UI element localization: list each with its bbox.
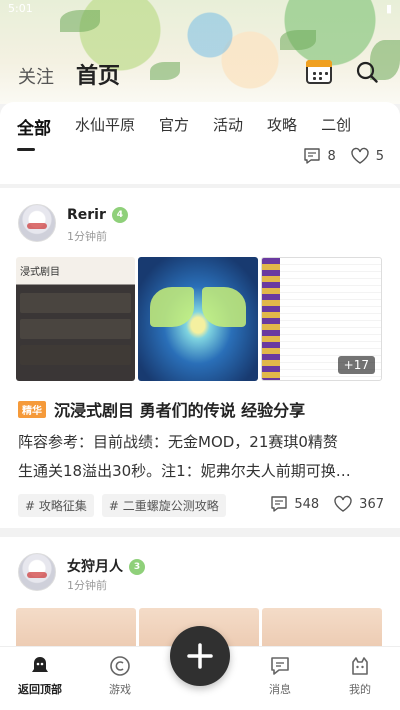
- tab-games[interactable]: 游戏: [90, 655, 150, 697]
- tab-all[interactable]: 全部: [17, 114, 51, 151]
- games-icon: [110, 656, 130, 676]
- post-card[interactable]: Rerir 4 1分钟前 浸式剧目 +17 精华 沉浸式剧目 勇者们的传说 经验分…: [0, 188, 400, 528]
- post-tags: # 攻略征集 # 二重螺旋公测攻略: [18, 494, 226, 517]
- avatar[interactable]: [18, 553, 56, 591]
- like-count: 5: [375, 148, 384, 164]
- banner-decoration: [280, 30, 316, 50]
- username-text: Rerir: [67, 207, 106, 223]
- tab-narcissus-plains[interactable]: 水仙平原: [75, 114, 135, 139]
- tag-text: 攻略征集: [38, 499, 87, 513]
- header-banner: 5:01 ▮ 关注 首页: [0, 0, 400, 104]
- level-badge: 3: [129, 559, 145, 575]
- post-image[interactable]: +17: [260, 257, 382, 381]
- search-icon[interactable]: [356, 61, 378, 83]
- post-title[interactable]: 精华 沉浸式剧目 勇者们的传说 经验分享: [18, 397, 305, 421]
- tab-home[interactable]: 首页: [76, 58, 120, 90]
- image-detail: [150, 287, 195, 327]
- tab-follow[interactable]: 关注: [18, 63, 54, 89]
- username[interactable]: 女狩月人 3: [67, 556, 145, 576]
- post-image[interactable]: 浸式剧目: [16, 257, 136, 381]
- comment-count: 548: [294, 496, 320, 512]
- username-text: 女狩月人: [67, 559, 123, 575]
- comment-count: 8: [327, 148, 336, 164]
- plus-icon: [187, 643, 213, 669]
- image-detail: [20, 319, 132, 339]
- message-icon: [271, 657, 289, 675]
- tab-fanworks[interactable]: 二创: [321, 114, 351, 139]
- avatar[interactable]: [18, 204, 56, 242]
- tab-label: 消息: [269, 683, 291, 696]
- profile-icon: [352, 657, 368, 675]
- battery-icon: ▮: [385, 2, 392, 15]
- category-panel: 全部 水仙平原 官方 活动 攻略 二创 8 5: [0, 102, 400, 184]
- image-caption: 浸式剧目: [20, 267, 60, 278]
- tag-text: 二重螺旋公测攻略: [122, 499, 219, 513]
- topic-tag[interactable]: # 攻略征集: [18, 494, 94, 517]
- post-images: 浸式剧目 +17: [16, 257, 382, 381]
- like-count: 367: [359, 496, 384, 512]
- excerpt-line: 阵容参考：目前战绩：无金MOD，21赛琪0精赘: [18, 433, 338, 451]
- tab-label: 游戏: [109, 683, 131, 696]
- tab-official[interactable]: 官方: [159, 114, 189, 139]
- previous-post-stats: 8 5: [303, 147, 384, 165]
- tab-mine[interactable]: 我的: [330, 655, 390, 697]
- post-excerpt[interactable]: 阵容参考：目前战绩：无金MOD，21赛琪0精赘 生通关18溢出30秒。注1：妮弗…: [18, 428, 382, 486]
- post-time: 1分钟前: [67, 230, 107, 243]
- tab-label: 我的: [349, 683, 371, 696]
- more-images-count: +17: [337, 356, 375, 374]
- tab-guides[interactable]: 攻略: [267, 114, 297, 139]
- calendar-icon[interactable]: [306, 60, 332, 84]
- tab-events[interactable]: 活动: [213, 114, 243, 139]
- top-nav: 关注 首页: [18, 58, 120, 90]
- tab-messages[interactable]: 消息: [250, 655, 310, 697]
- category-tabs: 全部 水仙平原 官方 活动 攻略 二创: [17, 114, 375, 151]
- image-detail: [261, 258, 280, 380]
- heart-icon[interactable]: [333, 495, 353, 513]
- tab-label: 返回顶部: [18, 683, 62, 696]
- banner-decoration: [150, 62, 180, 80]
- create-post-button[interactable]: [170, 626, 230, 686]
- status-time: 5:01: [8, 2, 33, 15]
- heart-icon[interactable]: [350, 147, 370, 165]
- tab-back-to-top[interactable]: 返回顶部: [10, 655, 70, 697]
- image-detail: [20, 293, 132, 313]
- level-badge: 4: [111, 207, 128, 223]
- comment-icon[interactable]: [270, 495, 288, 513]
- essence-badge: 精华: [18, 400, 46, 418]
- status-bar: 5:01 ▮: [8, 2, 392, 16]
- post-image[interactable]: [138, 257, 258, 381]
- post-stats: 548 367: [270, 495, 384, 513]
- home-icon: [32, 657, 48, 672]
- topic-tag[interactable]: # 二重螺旋公测攻略: [101, 494, 226, 517]
- image-detail: [201, 287, 246, 327]
- image-detail: [20, 345, 132, 365]
- post-time: 1分钟前: [67, 579, 107, 592]
- comment-icon[interactable]: [303, 147, 321, 165]
- username[interactable]: Rerir 4: [67, 207, 128, 223]
- excerpt-line: 生通关18溢出30秒。注1：妮弗尔夫人前期可换…: [18, 462, 351, 480]
- post-title-text: 沉浸式剧目 勇者们的传说 经验分享: [54, 401, 306, 420]
